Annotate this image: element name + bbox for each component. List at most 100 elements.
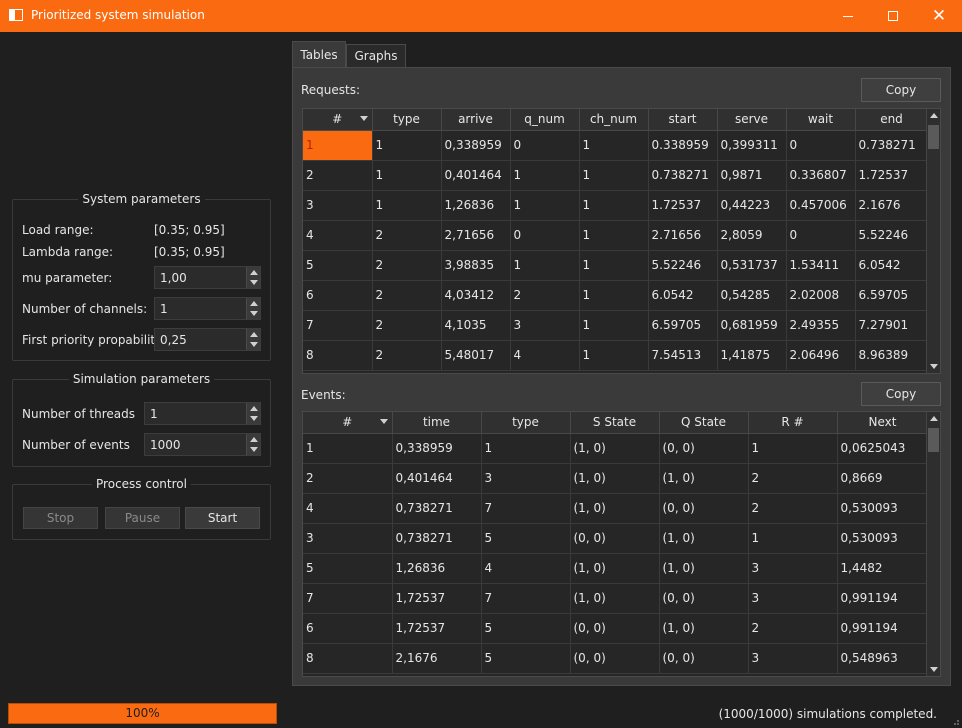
table-cell[interactable]: 0.457006 [786, 190, 856, 221]
table-cell[interactable]: 6 [303, 613, 393, 644]
table-cell[interactable]: 2.06496 [786, 340, 856, 371]
spin-arrows[interactable] [246, 329, 260, 350]
table-row[interactable]: 6 2 4,03412 2 1 6.0542 0,54285 2.02008 6.59705 [303, 280, 929, 311]
table-cell[interactable]: 1 [303, 433, 393, 464]
table-cell[interactable]: 1 [372, 130, 442, 161]
requests-table[interactable]: # type arrive q_num ch_num start serve wait end … [302, 108, 941, 374]
tab-graphs[interactable]: Graphs [346, 44, 406, 67]
table-cell[interactable]: 1,72537 [392, 583, 482, 614]
table-cell[interactable]: 2,1676 [392, 643, 482, 674]
table-row[interactable]: 1 0,338959 1 (1, 0) (0, 0) 1 0,0625043 [303, 433, 929, 464]
spin-down-icon[interactable] [250, 447, 258, 452]
table-cell[interactable]: 5 [481, 643, 571, 674]
requests-scrollbar[interactable] [926, 109, 940, 373]
table-cell[interactable]: 0 [510, 130, 580, 161]
table-cell[interactable]: (0, 0) [570, 523, 660, 554]
resize-grip-icon[interactable] [950, 716, 960, 726]
events-column-header[interactable]: Next [837, 412, 929, 434]
table-cell[interactable]: 0,548963 [837, 643, 929, 674]
events-table[interactable]: # time type S State Q State R # Next 1 0,338959… [302, 411, 941, 677]
spin-up-icon[interactable] [250, 270, 258, 275]
tab-tables[interactable]: Tables [292, 41, 346, 67]
table-cell[interactable]: 2 [748, 613, 838, 644]
spin-arrows[interactable] [246, 298, 260, 319]
table-cell[interactable]: 2 [372, 310, 442, 341]
table-cell[interactable]: 0,338959 [441, 130, 511, 161]
table-cell[interactable]: 1 [303, 130, 373, 161]
table-cell[interactable]: 7.54513 [648, 340, 718, 371]
table-row[interactable]: 3 0,738271 5 (0, 0) (1, 0) 1 0,530093 [303, 523, 929, 554]
table-cell[interactable]: 1 [579, 310, 649, 341]
mu-parameter-spinbox[interactable]: 1,00 [154, 266, 261, 289]
table-cell[interactable]: 3 [510, 310, 580, 341]
table-cell[interactable]: 1,26836 [441, 190, 511, 221]
table-cell[interactable]: 8 [303, 643, 393, 674]
requests-column-header[interactable]: serve [717, 109, 787, 131]
table-cell[interactable]: 6.0542 [648, 280, 718, 311]
table-cell[interactable]: 5 [303, 553, 393, 584]
table-cell[interactable]: 3,98835 [441, 250, 511, 281]
table-cell[interactable]: 0,399311 [717, 130, 787, 161]
spin-arrows[interactable] [246, 403, 260, 424]
table-row[interactable]: 7 2 4,1035 3 1 6.59705 0,681959 2.49355 7.27901 [303, 310, 929, 341]
spin-down-icon[interactable] [250, 280, 258, 285]
table-cell[interactable]: (0, 0) [570, 643, 660, 674]
table-cell[interactable]: 0,401464 [441, 160, 511, 191]
table-cell[interactable]: 3 [303, 523, 393, 554]
copy-events-button[interactable]: Copy [861, 382, 941, 406]
scroll-thumb[interactable] [928, 428, 939, 452]
table-cell[interactable]: 1 [579, 190, 649, 221]
table-cell[interactable]: 1 [372, 160, 442, 191]
table-cell[interactable]: 1.72537 [648, 190, 718, 221]
table-cell[interactable]: 1,26836 [392, 553, 482, 584]
table-cell[interactable]: 5,48017 [441, 340, 511, 371]
table-cell[interactable]: 2.49355 [786, 310, 856, 341]
table-cell[interactable]: 7 [481, 493, 571, 524]
table-row[interactable]: 5 2 3,98835 1 1 5.52246 0,531737 1.53411 6.0542 [303, 250, 929, 281]
table-cell[interactable]: (0, 0) [659, 643, 749, 674]
table-cell[interactable]: 4 [510, 340, 580, 371]
table-cell[interactable]: 1 [510, 190, 580, 221]
pause-button[interactable]: Pause [105, 507, 180, 529]
table-cell[interactable]: 0,738271 [392, 523, 482, 554]
table-cell[interactable]: 0,530093 [837, 523, 929, 554]
table-cell[interactable]: 1 [579, 130, 649, 161]
table-row[interactable]: 6 1,72537 5 (0, 0) (1, 0) 2 0,991194 [303, 613, 929, 644]
table-cell[interactable]: 0,0625043 [837, 433, 929, 464]
table-cell[interactable]: 2.1676 [855, 190, 929, 221]
table-cell[interactable]: 7 [303, 310, 373, 341]
table-cell[interactable]: 0,681959 [717, 310, 787, 341]
events-column-header[interactable]: Q State [659, 412, 749, 434]
requests-column-header[interactable]: q_num [510, 109, 580, 131]
table-cell[interactable]: 5 [303, 250, 373, 281]
table-cell[interactable]: 1,4482 [837, 553, 929, 584]
table-cell[interactable]: 1 [748, 433, 838, 464]
table-cell[interactable]: 3 [748, 553, 838, 584]
priority-probability-spinbox[interactable]: 0,25 [154, 328, 261, 351]
scroll-down-icon[interactable] [930, 364, 938, 369]
table-cell[interactable]: (1, 0) [659, 613, 749, 644]
table-cell[interactable]: 8.96389 [855, 340, 929, 371]
table-cell[interactable]: 2.71656 [648, 220, 718, 251]
table-cell[interactable]: 4 [481, 553, 571, 584]
table-cell[interactable]: (1, 0) [659, 463, 749, 494]
table-cell[interactable]: 1 [579, 220, 649, 251]
table-cell[interactable]: 1 [510, 250, 580, 281]
spin-arrows[interactable] [246, 434, 260, 455]
table-cell[interactable]: 2 [372, 250, 442, 281]
requests-column-header[interactable]: # [303, 109, 373, 131]
requests-column-header[interactable]: end [855, 109, 929, 131]
table-cell[interactable]: 1 [510, 160, 580, 191]
table-cell[interactable]: 0,44223 [717, 190, 787, 221]
table-cell[interactable]: (0, 0) [570, 613, 660, 644]
table-cell[interactable]: 5 [481, 613, 571, 644]
channels-spinbox[interactable]: 1 [154, 297, 261, 320]
table-cell[interactable]: 1 [372, 190, 442, 221]
table-row[interactable]: 7 1,72537 7 (1, 0) (0, 0) 3 0,991194 [303, 583, 929, 614]
requests-column-header[interactable]: ch_num [579, 109, 649, 131]
table-cell[interactable]: 1 [579, 250, 649, 281]
table-row[interactable]: 4 0,738271 7 (1, 0) (0, 0) 2 0,530093 [303, 493, 929, 524]
table-cell[interactable]: 0.338959 [648, 130, 718, 161]
spin-up-icon[interactable] [250, 406, 258, 411]
table-cell[interactable]: 0 [786, 220, 856, 251]
